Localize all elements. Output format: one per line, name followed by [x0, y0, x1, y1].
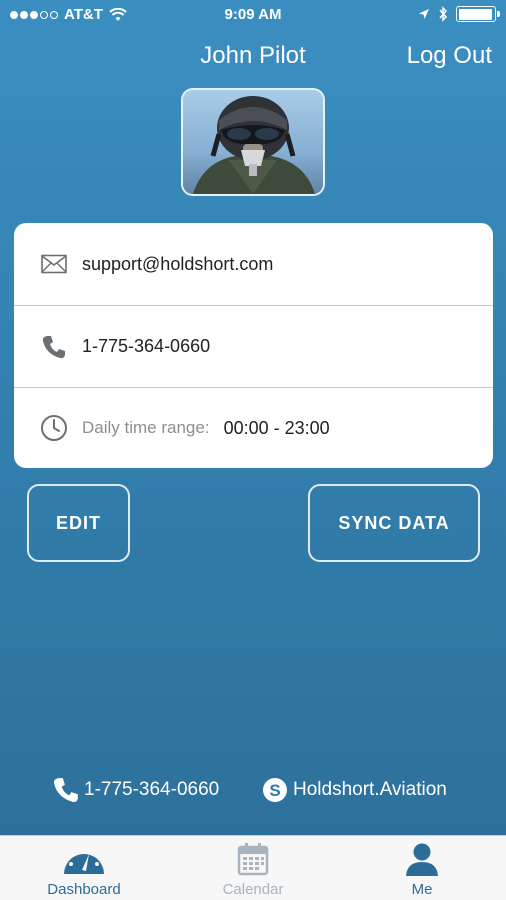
tab-label: Me: [411, 881, 433, 898]
calendar-icon: [237, 842, 269, 881]
tab-dashboard[interactable]: Dashboard: [0, 836, 168, 900]
phone-row: 1-775-364-0660: [14, 305, 493, 387]
email-text: support@holdshort.com: [82, 253, 274, 274]
status-right: [418, 6, 500, 22]
contact-info-card: support@holdshort.com 1-775-364-0660 Dai…: [14, 223, 493, 468]
footer-skype-link[interactable]: S Holdshort.Aviation: [261, 776, 447, 804]
svg-text:S: S: [269, 781, 280, 800]
tab-me[interactable]: Me: [338, 836, 506, 900]
logout-button[interactable]: Log Out: [407, 42, 492, 70]
envelope-icon: [40, 250, 68, 278]
status-bar: AT&T 9:09 AM: [0, 0, 506, 30]
footer-phone-text: 1-775-364-0660: [84, 779, 220, 800]
tab-label: Dashboard: [47, 881, 121, 898]
phone-icon: [53, 778, 78, 803]
clock-icon: [40, 414, 68, 442]
tab-calendar[interactable]: Calendar: [169, 836, 337, 900]
skype-icon: S: [263, 778, 287, 802]
footer-skype-text: Holdshort.Aviation: [293, 779, 447, 800]
tab-bar: Dashboard Calendar Me: [0, 835, 506, 900]
email-row: support@holdshort.com: [14, 223, 493, 305]
battery-fill: [458, 8, 492, 20]
edit-button[interactable]: EDIT: [27, 484, 130, 562]
pilot-photo: [183, 90, 323, 194]
time-range-row: Daily time range: 00:00 - 23:00: [14, 387, 493, 468]
footer-contacts: 1-775-364-0660 S Holdshort.Aviation: [0, 776, 506, 808]
phone-text: 1-775-364-0660: [82, 336, 211, 356]
time-range-value: 00:00 - 23:00: [223, 417, 330, 438]
battery-icon: [456, 6, 500, 22]
bluetooth-icon: [439, 6, 448, 22]
time-range-label: Daily time range:: [82, 418, 210, 437]
footer-phone-link[interactable]: 1-775-364-0660: [52, 776, 219, 804]
tab-label: Calendar: [222, 881, 284, 898]
profile-avatar[interactable]: [181, 88, 325, 196]
location-arrow-icon: [419, 9, 429, 19]
sync-data-button[interactable]: SYNC DATA: [308, 484, 480, 562]
dashboard-gauge-icon: [62, 842, 106, 881]
person-icon: [404, 842, 440, 881]
phone-icon: [40, 333, 68, 361]
